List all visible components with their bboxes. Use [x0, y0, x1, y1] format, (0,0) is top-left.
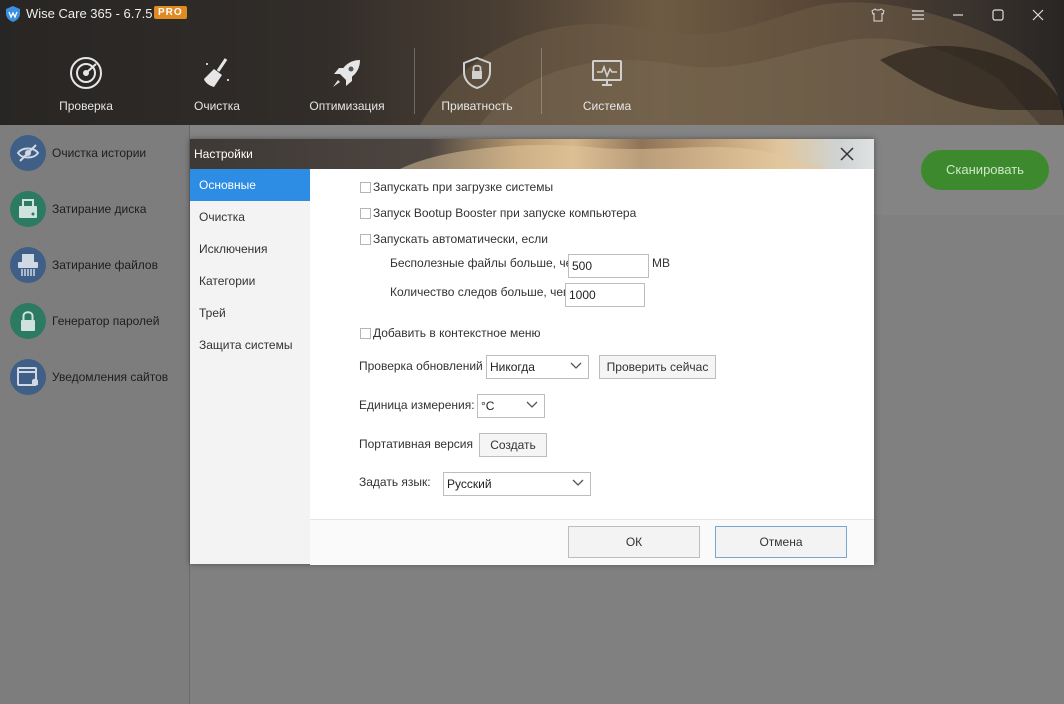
maximize-icon[interactable]: [984, 4, 1012, 26]
settings-tab-exclusions[interactable]: Исключения: [190, 233, 310, 265]
scan-button[interactable]: Сканировать: [921, 150, 1049, 190]
nav-separator: [541, 48, 542, 114]
nav-item-optimize[interactable]: Оптимизация: [283, 48, 411, 122]
settings-tab-system-protection[interactable]: Защита системы: [190, 329, 310, 361]
sidebar-item-password-generator[interactable]: Генератор паролей: [10, 303, 185, 339]
junk-files-unit: MB: [652, 256, 670, 270]
auto-run-checkbox[interactable]: [360, 234, 371, 245]
rocket-icon: [333, 60, 360, 87]
nav-label: Проверка: [59, 99, 113, 113]
dialog-header-image: [400, 145, 830, 169]
create-portable-button[interactable]: Создать: [479, 433, 547, 457]
settings-tab-cleaning[interactable]: Очистка: [190, 201, 310, 233]
sidebar-item-site-notifications[interactable]: Уведомления сайтов: [10, 359, 185, 395]
check-now-button[interactable]: Проверить сейчас: [599, 355, 716, 379]
sidebar-item-label: Генератор паролей: [52, 314, 160, 328]
unit-label: Единица измерения:: [359, 398, 475, 412]
language-label: Задать язык:: [359, 475, 431, 489]
sidebar-item-label: Затирание диска: [52, 202, 147, 216]
ok-button[interactable]: ОК: [568, 526, 700, 558]
bootup-booster-checkbox[interactable]: [360, 208, 371, 219]
file-shredder-icon: [10, 247, 46, 283]
nav-item-system[interactable]: Система: [543, 48, 671, 122]
context-menu-checkbox[interactable]: [360, 328, 371, 339]
dialog-header: Настройки: [190, 139, 874, 169]
sidebar: Очистка истории Затирание диска Затирани…: [0, 125, 190, 704]
traces-label: Количество следов больше, чем: [390, 285, 572, 299]
settings-tab-categories[interactable]: Категории: [190, 265, 310, 297]
sidebar-item-label: Затирание файлов: [52, 258, 158, 272]
eye-slash-icon: [10, 135, 46, 171]
chevron-down-icon: [526, 401, 538, 408]
auto-run-label: Запускать автоматически, если: [373, 232, 548, 246]
nav-label: Оптимизация: [309, 99, 385, 113]
settings-menu: Основные Очистка Исключения Категории Тр…: [190, 169, 310, 564]
unit-select-value: °C: [481, 399, 495, 413]
context-menu-label: Добавить в контекстное меню: [373, 326, 541, 340]
startup-checkbox[interactable]: [360, 182, 371, 193]
dialog-footer: ОК Отмена: [310, 519, 874, 565]
app-header: Wise Care 365 - 6.7.5 PRO Проверка Очист…: [0, 0, 1064, 125]
junk-files-input[interactable]: 500: [568, 254, 649, 278]
shield-lock-icon: [463, 56, 491, 90]
nav-item-privacy[interactable]: Приватность: [413, 48, 541, 122]
app-title: Wise Care 365 - 6.7.5: [26, 6, 153, 21]
startup-label: Запускать при загрузке системы: [373, 180, 554, 194]
settings-tab-tray[interactable]: Трей: [190, 297, 310, 329]
browser-bell-icon: [10, 359, 46, 395]
dialog-close-icon[interactable]: [838, 145, 856, 163]
language-select[interactable]: Русский: [443, 472, 591, 496]
traces-input[interactable]: 1000: [565, 283, 645, 307]
titlebar: Wise Care 365 - 6.7.5 PRO: [0, 0, 1064, 30]
app-logo-icon: [6, 6, 20, 22]
nav-item-clean[interactable]: Очистка: [153, 48, 281, 122]
menu-icon[interactable]: [904, 4, 932, 26]
language-select-value: Русский: [447, 477, 492, 491]
sidebar-item-file-shredder[interactable]: Затирание файлов: [10, 247, 185, 283]
minimize-icon[interactable]: [944, 4, 972, 26]
nav-item-check[interactable]: Проверка: [22, 48, 150, 122]
updates-select[interactable]: Никогда: [486, 355, 589, 379]
settings-dialog: Настройки Основные Очистка Исключения Ка…: [190, 139, 874, 565]
pro-badge: PRO: [154, 6, 187, 19]
disk-eraser-icon: [10, 191, 46, 227]
junk-files-label: Бесполезные файлы больше, чем: [390, 256, 581, 270]
main-nav: Проверка Очистка Оптимизация Приватность…: [0, 48, 680, 122]
sidebar-item-label: Уведомления сайтов: [52, 370, 169, 384]
radar-icon: [70, 57, 102, 89]
nav-label: Очистка: [194, 99, 240, 113]
close-icon[interactable]: [1024, 4, 1052, 26]
sidebar-item-history-cleaner[interactable]: Очистка истории: [10, 135, 185, 171]
dialog-title: Настройки: [194, 147, 253, 161]
monitor-icon: [592, 60, 622, 86]
cancel-button[interactable]: Отмена: [715, 526, 847, 558]
chevron-down-icon: [570, 362, 582, 369]
unit-select[interactable]: °C: [477, 394, 545, 418]
bootup-booster-label: Запуск Bootup Booster при запуске компью…: [373, 206, 637, 220]
sidebar-item-label: Очистка истории: [52, 146, 147, 160]
chevron-down-icon: [572, 479, 584, 486]
shirt-icon[interactable]: [864, 4, 892, 26]
updates-select-value: Никогда: [490, 360, 535, 374]
settings-tab-general[interactable]: Основные: [190, 169, 310, 201]
updates-label: Проверка обновлений: [359, 359, 483, 373]
portable-label: Портативная версия: [359, 437, 473, 451]
lock-icon: [10, 303, 46, 339]
nav-label: Приватность: [441, 99, 513, 113]
sidebar-item-disk-eraser[interactable]: Затирание диска: [10, 191, 185, 227]
nav-label: Система: [582, 99, 632, 113]
broom-icon: [204, 58, 229, 87]
